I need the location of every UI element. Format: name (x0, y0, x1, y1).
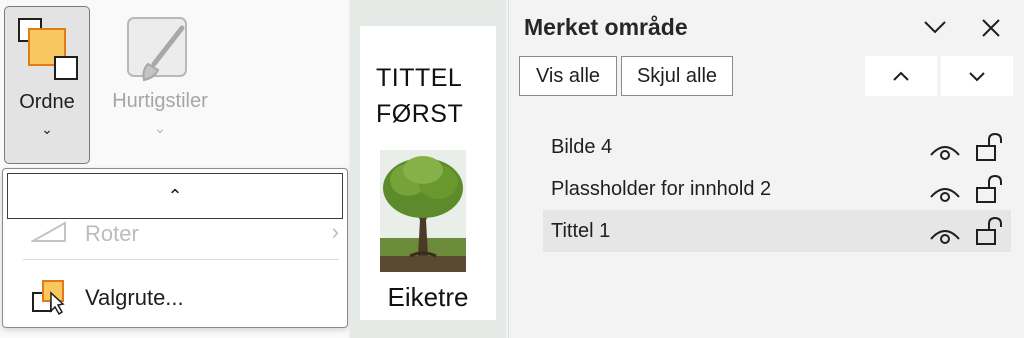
send-backward-button[interactable] (941, 56, 1013, 96)
selection-list-item[interactable]: Bilde 4 (543, 126, 1011, 168)
slide-title[interactable]: TITTEL FØRST (376, 60, 463, 132)
unlock-icon[interactable] (975, 216, 1005, 261)
selection-item-name: Plassholder for innhold 2 (551, 178, 772, 200)
menu-item-selection-pane-label: Valgrute... (85, 285, 184, 310)
slide-caption[interactable]: Eiketre (360, 282, 496, 313)
chevron-down-icon (969, 72, 985, 82)
chevron-down-icon: ⌄ (154, 120, 166, 136)
selection-item-name: Bilde 4 (551, 136, 613, 158)
selection-item-name: Tittel 1 (551, 220, 611, 242)
chevron-up-icon (893, 71, 909, 81)
eye-icon[interactable] (929, 220, 961, 262)
slide-title-line-1: TITTEL (376, 64, 463, 92)
selection-pane-icon (31, 279, 67, 321)
arrange-button[interactable]: Ordne ⌄ (4, 6, 90, 164)
quick-styles-label: Hurtigstiler (112, 90, 208, 112)
menu-item-rotate-label: Roter (85, 221, 139, 246)
chevron-right-icon: › (331, 219, 339, 244)
bring-forward-button[interactable] (865, 56, 937, 96)
ribbon: Ordne ⌄ Hurtigstiler ⌄ ⌃ Roter › Valgrut… (0, 0, 348, 338)
selection-list-item-selected[interactable]: Tittel 1 (543, 210, 1011, 252)
selection-list-item[interactable]: Plassholder for innhold 2 (543, 168, 1011, 210)
quick-styles-button[interactable]: Hurtigstiler ⌄ (98, 6, 222, 164)
rotate-icon (29, 221, 67, 249)
pane-title: Merket område (524, 14, 688, 40)
menu-item-selection-pane[interactable]: Valgrute... (23, 275, 339, 317)
selection-pane: Merket område Vis alle Skjul alle Bilde … (508, 0, 1024, 338)
show-all-button[interactable]: Vis alle (519, 56, 617, 96)
quick-styles-brush-icon (124, 14, 194, 89)
chevron-down-icon: ⌄ (41, 121, 53, 137)
menu-item-rotate: Roter › (23, 217, 339, 251)
tree-image[interactable] (380, 150, 466, 272)
slide[interactable]: TITTEL FØRST Eiketre (360, 26, 496, 320)
slide-title-line-2: FØRST (376, 100, 464, 128)
chevron-down-icon[interactable] (919, 12, 951, 44)
menu-separator (23, 259, 339, 260)
arrange-label: Ordne (19, 91, 75, 113)
close-icon[interactable] (975, 12, 1007, 44)
menu-scroll-up-button[interactable]: ⌃ (7, 173, 343, 219)
hide-all-button[interactable]: Skjul alle (621, 56, 733, 96)
arrange-icon (17, 17, 79, 88)
arrange-dropdown-menu: ⌃ Roter › Valgrute... (2, 168, 348, 328)
